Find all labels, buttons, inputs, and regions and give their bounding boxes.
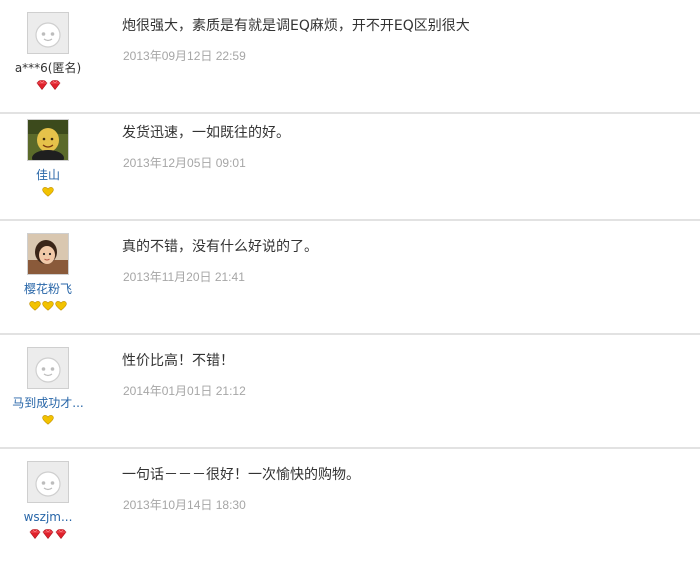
heart-badge-icon (42, 415, 54, 425)
user-photo-icon[interactable] (27, 233, 69, 275)
diamond-badge-icon (55, 529, 67, 539)
review-list: a***6(匿名) 炮很强大，素质是有就是调EQ麻烦，开不开EQ区别很大 201… (0, 0, 700, 555)
username: a***6(匿名) (14, 61, 82, 75)
review-item: a***6(匿名) 炮很强大，素质是有就是调EQ麻烦，开不开EQ区别很大 201… (0, 0, 700, 114)
review-comment: 真的不错，没有什么好说的了。 (122, 239, 318, 255)
heart-badge-icon (42, 187, 54, 197)
review-timestamp: 2013年12月05日 09:01 (123, 156, 246, 170)
review-comment: 性价比高！不错！ (122, 353, 234, 369)
user-level-badges (0, 529, 96, 539)
username-link[interactable]: wszjm... (0, 509, 96, 525)
username-link[interactable]: 马到成功才... (0, 395, 96, 411)
review-comment: 炮很强大，素质是有就是调EQ麻烦，开不开EQ区别很大 (122, 18, 470, 34)
user-level-badges (0, 187, 96, 197)
user-level-badges (0, 80, 96, 90)
user-photo-icon[interactable] (27, 119, 69, 161)
default-avatar-icon[interactable] (27, 461, 69, 503)
username-link[interactable]: 樱花粉飞 (0, 281, 96, 297)
diamond-badge-icon (36, 80, 48, 90)
heart-badge-icon (42, 301, 54, 311)
default-avatar-icon[interactable] (27, 12, 69, 54)
review-comment: 发货迅速，一如既往的好。 (122, 125, 290, 141)
review-item: 马到成功才... 性价比高！不错！ 2014年01月01日 21:12 (0, 335, 700, 449)
heart-badge-icon (29, 301, 41, 311)
diamond-badge-icon (42, 529, 54, 539)
heart-badge-icon (55, 301, 67, 311)
review-timestamp: 2014年01月01日 21:12 (123, 384, 246, 398)
diamond-badge-icon (29, 529, 41, 539)
review-timestamp: 2013年10月14日 18:30 (123, 498, 246, 512)
user-level-badges (0, 415, 96, 425)
review-item: 樱花粉飞 真的不错，没有什么好说的了。 2013年11月20日 21:41 (0, 221, 700, 335)
review-item: 佳山 发货迅速，一如既往的好。 2013年12月05日 09:01 (0, 107, 700, 221)
review-timestamp: 2013年09月12日 22:59 (123, 49, 246, 63)
diamond-badge-icon (49, 80, 61, 90)
user-level-badges (0, 301, 96, 311)
username-link[interactable]: 佳山 (0, 167, 96, 183)
review-timestamp: 2013年11月20日 21:41 (123, 270, 245, 284)
review-comment: 一句话－－－很好！一次愉快的购物。 (122, 467, 360, 483)
review-item: wszjm... 一句话－－－很好！一次愉快的购物。 2013年10月14日 1… (0, 449, 700, 563)
default-avatar-icon[interactable] (27, 347, 69, 389)
